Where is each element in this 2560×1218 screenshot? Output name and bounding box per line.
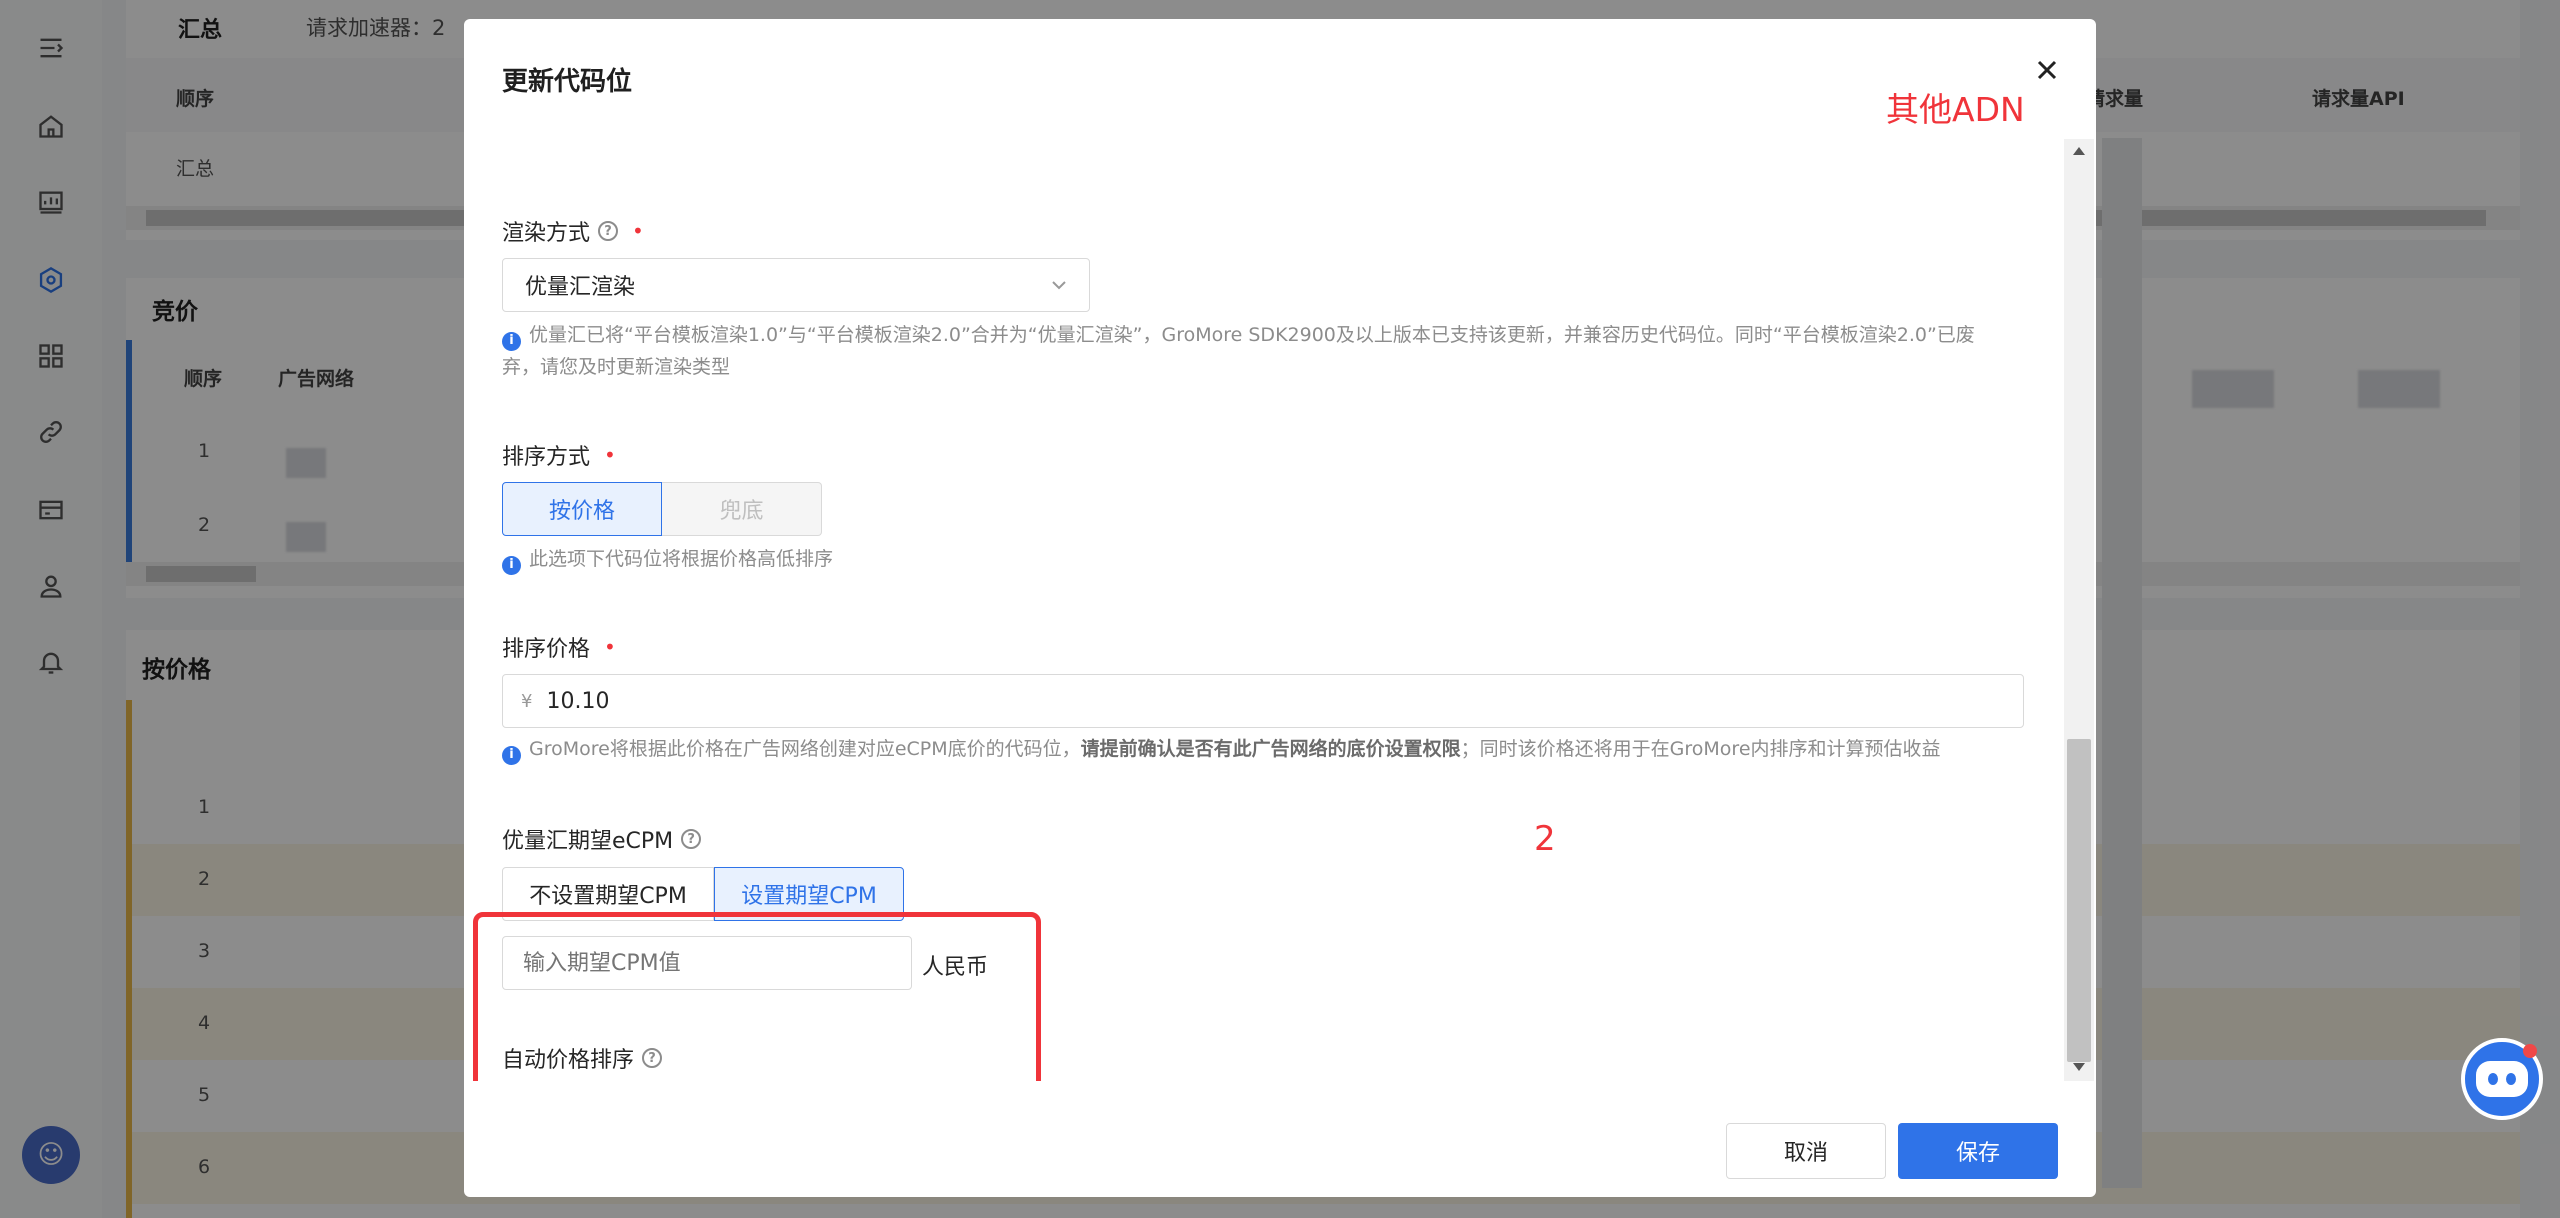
sort-price-hint: i GroMore将根据此价格在广告网络创建对应eCPM底价的代码位，请提前确认是… <box>502 733 1941 765</box>
modal-vscroll[interactable] <box>2064 139 2094 1081</box>
assistant-robot-icon[interactable] <box>2461 1038 2543 1120</box>
update-ad-unit-modal: 更新代码位 其他ADN 渲染方式 ? • 优量汇渲染 i 优量汇已将“平台模板渲染… <box>464 19 2096 1197</box>
required-mark: • <box>604 443 616 467</box>
required-mark: • <box>632 219 644 243</box>
scroll-thumb[interactable] <box>2067 739 2091 1062</box>
sort-price-hint-post: ；同时该价格还将用于在GroMore内排序和计算预估收益 <box>1460 738 1941 760</box>
sort-price-hint-pre: GroMore将根据此价格在广告网络创建对应eCPM底价的代码位， <box>529 738 1081 760</box>
sort-price-hint-bold: 请提前确认是否有此广告网络的底价设置权限 <box>1080 738 1461 760</box>
notification-dot <box>2523 1044 2537 1058</box>
sort-price-input[interactable]: ¥ 10.10 <box>502 674 2024 728</box>
annotation-number: 2 <box>1534 819 1556 859</box>
help-icon[interactable]: ? <box>681 829 702 849</box>
required-mark: • <box>604 635 616 659</box>
sort-mode-hint-text: 此选项下代码位将根据价格高低排序 <box>529 548 834 570</box>
help-icon[interactable]: ? <box>598 221 619 241</box>
scroll-down-arrow-icon[interactable] <box>2071 1061 2087 1073</box>
sort-mode-hint: i 此选项下代码位将根据价格高低排序 <box>502 543 833 575</box>
scroll-up-arrow-icon[interactable] <box>2071 145 2087 157</box>
save-button[interactable]: 保存 <box>1898 1123 2058 1179</box>
annotation-note: 其他ADN <box>1886 90 2025 129</box>
render-mode-value: 优量汇渲染 <box>525 275 636 300</box>
sort-price-value: 10.10 <box>546 688 610 714</box>
render-mode-label-text: 渲染方式 <box>502 221 591 246</box>
info-icon: i <box>502 745 521 765</box>
sort-mode-segment: 按价格 兜底 <box>502 482 822 536</box>
help-icon[interactable]: ? <box>642 1048 663 1068</box>
sort-mode-option-by-price[interactable]: 按价格 <box>502 482 662 536</box>
expected-ecpm-label: 优量汇期望eCPM ? <box>502 823 702 855</box>
sort-mode-label: 排序方式 • <box>502 439 616 471</box>
auto-price-sort-label-text: 自动价格排序 <box>502 1048 635 1073</box>
currency-symbol: ¥ <box>521 690 533 712</box>
modal-body: 渲染方式 ? • 优量汇渲染 i 优量汇已将“平台模板渲染1.0”与“平台模板渲染… <box>464 139 2058 1081</box>
chevron-down-icon <box>1052 281 1066 290</box>
modal-title: 更新代码位 <box>502 67 633 97</box>
render-mode-hint-text: 优量汇已将“平台模板渲染1.0”与“平台模板渲染2.0”合并为“优量汇渲染”，G… <box>502 324 1975 378</box>
info-icon: i <box>502 555 521 575</box>
render-mode-select[interactable]: 优量汇渲染 <box>502 258 1090 312</box>
auto-price-sort-label: 自动价格排序 ? <box>502 1042 663 1074</box>
close-icon[interactable] <box>2032 55 2062 85</box>
render-mode-label: 渲染方式 ? • <box>502 215 644 247</box>
cancel-button[interactable]: 取消 <box>1726 1123 1886 1179</box>
expected-ecpm-label-text: 优量汇期望eCPM <box>502 829 674 854</box>
sort-mode-label-text: 排序方式 <box>502 445 591 470</box>
info-icon: i <box>502 331 521 351</box>
sort-price-label: 排序价格 • <box>502 631 616 663</box>
render-mode-hint: i 优量汇已将“平台模板渲染1.0”与“平台模板渲染2.0”合并为“优量汇渲染”，… <box>502 319 2012 383</box>
sort-mode-option-fallback[interactable]: 兜底 <box>662 482 822 536</box>
sort-price-label-text: 排序价格 <box>502 637 591 662</box>
